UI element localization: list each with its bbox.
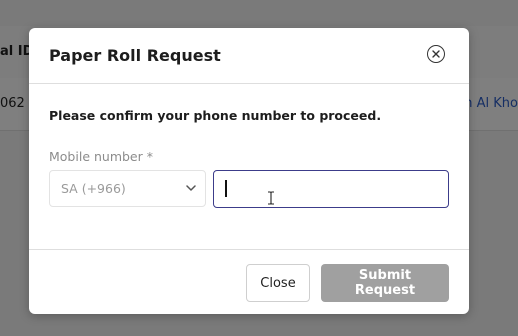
close-x-glyph: [432, 50, 440, 58]
close-icon[interactable]: [427, 45, 445, 63]
chevron-down-icon: [186, 185, 196, 191]
confirm-instruction: Please confirm your phone number to proc…: [49, 108, 382, 123]
close-button[interactable]: Close: [246, 264, 310, 302]
phone-number-input[interactable]: [213, 170, 449, 208]
dialog-footer: Close Submit Request: [29, 249, 469, 315]
text-caret: [225, 180, 227, 197]
dialog-body: Please confirm your phone number to proc…: [29, 84, 469, 249]
country-code-value: SA (+966): [61, 181, 126, 196]
mobile-number-label: Mobile number *: [49, 149, 153, 164]
ibeam-cursor-icon: [268, 191, 274, 205]
dialog-header: Paper Roll Request: [29, 28, 469, 84]
country-code-select[interactable]: SA (+966): [49, 170, 206, 207]
dialog-title: Paper Roll Request: [49, 46, 221, 65]
paper-roll-request-dialog: Paper Roll Request Please confirm your p…: [29, 28, 469, 314]
submit-request-button[interactable]: Submit Request: [321, 264, 449, 302]
